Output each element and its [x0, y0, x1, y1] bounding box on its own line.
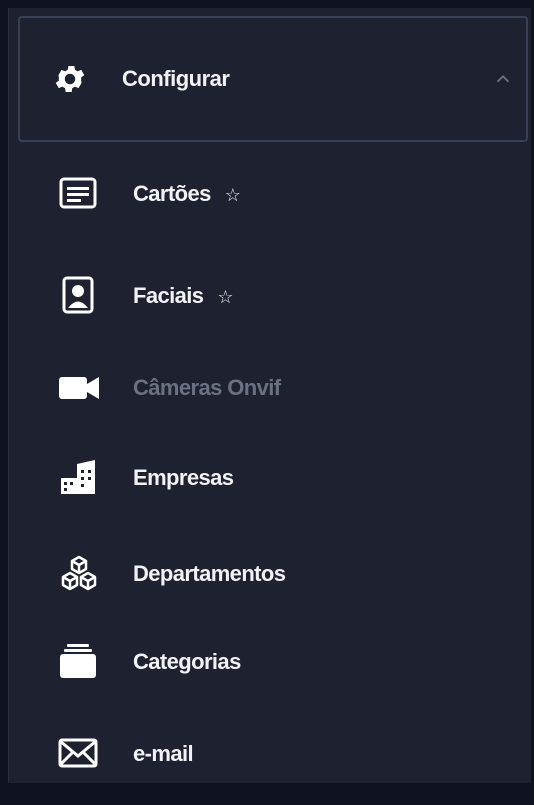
configurar-title: Configurar — [122, 66, 230, 91]
menu-item-label: Câmeras Onvif — [133, 375, 281, 400]
menu-item-label: e-mail — [133, 741, 194, 766]
menu-item-cartoes[interactable]: Cartões ☆ — [57, 164, 497, 224]
configurar-menu-header[interactable]: Configurar — [18, 16, 528, 142]
star-outline-icon[interactable]: ☆ — [217, 287, 233, 308]
star-outline-icon[interactable]: ☆ — [225, 185, 241, 206]
menu-item-email[interactable]: e-mail — [57, 724, 497, 783]
chevron-up-icon[interactable] — [492, 68, 514, 90]
menu-item-categorias[interactable]: Categorias — [57, 632, 497, 692]
sidebar-menu: Configurar Cartões ☆ Faciais ☆ Câmeras O… — [8, 8, 531, 783]
face-id-icon — [62, 276, 94, 314]
menu-item-label: Faciais ☆ — [133, 283, 234, 308]
menu-item-label: Departamentos — [133, 561, 286, 586]
menu-item-label: Cartões ☆ — [133, 181, 241, 206]
cubes-icon — [61, 555, 97, 591]
menu-item-faciais[interactable]: Faciais ☆ — [57, 266, 497, 326]
folder-stack-icon — [60, 644, 96, 678]
buildings-icon — [61, 460, 95, 494]
menu-item-label: Empresas — [133, 465, 234, 490]
menu-item-label: Categorias — [133, 649, 241, 674]
menu-item-cameras-onvif: Câmeras Onvif — [57, 358, 497, 418]
menu-item-empresas[interactable]: Empresas — [57, 448, 497, 508]
app-frame: Configurar Cartões ☆ Faciais ☆ Câmeras O… — [0, 0, 534, 805]
envelope-icon — [58, 738, 98, 768]
card-icon — [59, 177, 97, 209]
menu-item-departamentos[interactable]: Departamentos — [57, 544, 497, 604]
gear-icon — [55, 65, 85, 93]
video-camera-icon — [59, 377, 99, 399]
